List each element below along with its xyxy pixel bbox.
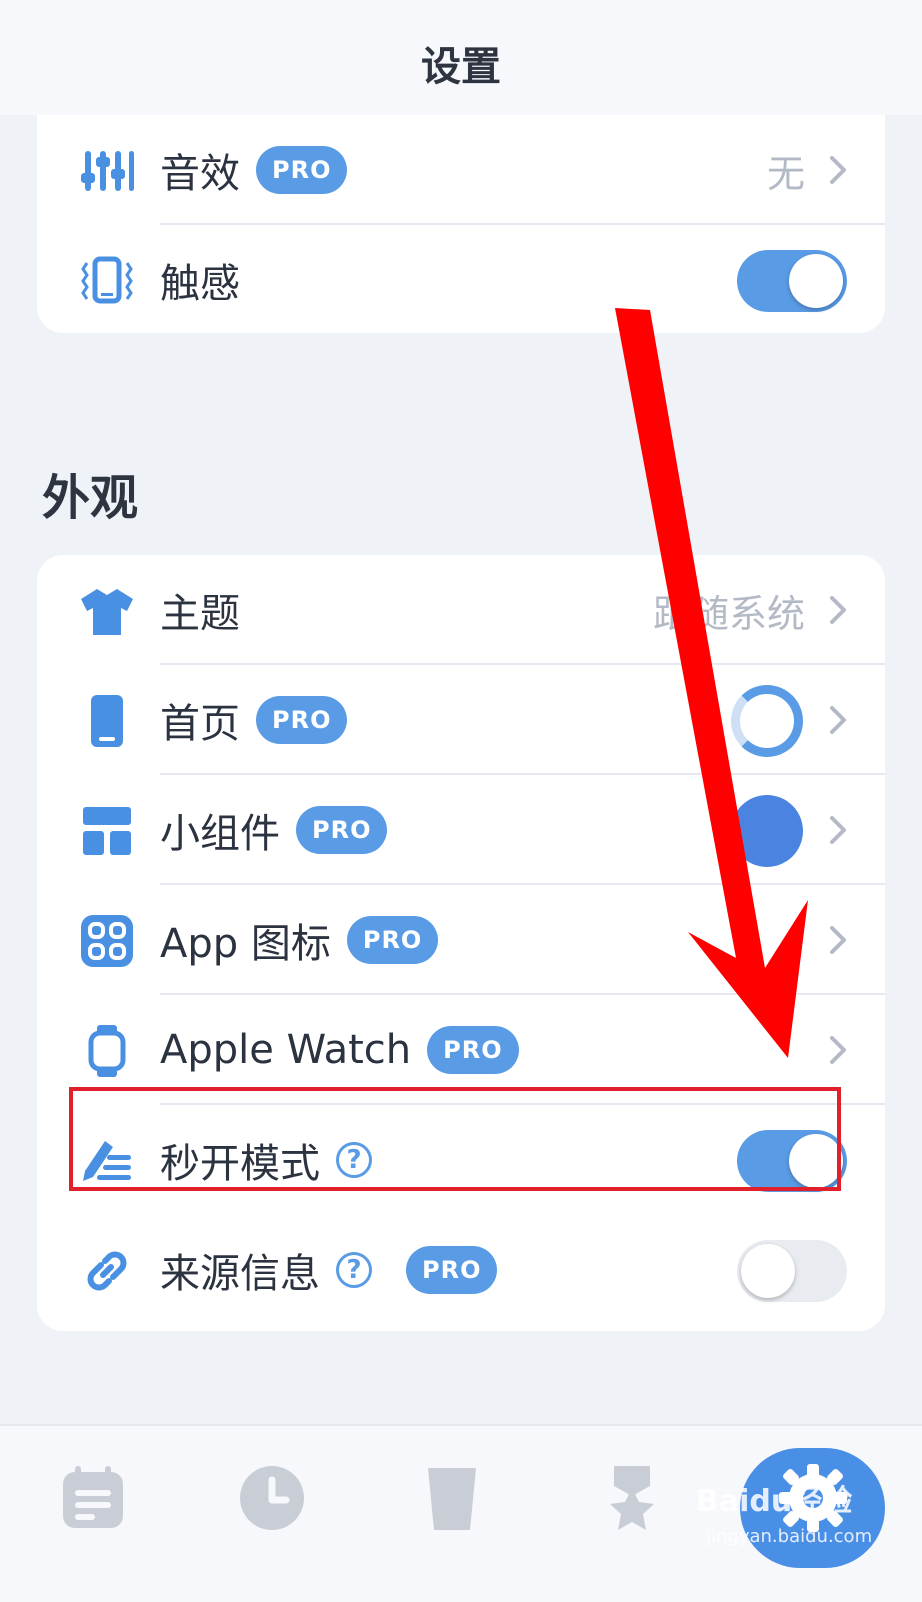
pro-badge: PRO	[406, 1246, 498, 1294]
toggle-knob	[789, 254, 843, 308]
app-grid-icon	[79, 913, 135, 969]
haptics-label: 触感	[160, 261, 240, 307]
pro-badge: PRO	[256, 696, 348, 744]
help-icon[interactable]: ?	[336, 1252, 372, 1288]
pro-badge: PRO	[256, 146, 348, 194]
sound-haptics-card: 音效 PRO 无 触感	[37, 115, 885, 333]
cup-icon	[428, 1468, 476, 1530]
pro-badge: PRO	[427, 1026, 519, 1074]
widgets-icon	[79, 803, 135, 859]
appearance-section-title: 外观	[42, 470, 139, 526]
source-info-row: 来源信息 ? PRO	[37, 1215, 885, 1325]
highlight-box	[69, 1087, 841, 1191]
equalizer-icon	[79, 143, 135, 199]
chevron-right-icon	[830, 926, 846, 954]
watermark-url: jingyan.baidu.com	[706, 1526, 873, 1547]
list-icon	[63, 1466, 123, 1528]
tab-award[interactable]	[592, 1458, 672, 1538]
tab-bar: Baidu经验 jingyan.baidu.com	[0, 1424, 922, 1602]
widgets-row[interactable]: 小组件 PRO	[37, 775, 885, 885]
theme-row[interactable]: 主题 跟随系统	[37, 555, 885, 665]
vibrating-phone-icon	[79, 253, 135, 309]
award-icon	[610, 1466, 654, 1530]
tab-cup[interactable]	[412, 1458, 492, 1538]
tab-clock[interactable]	[232, 1458, 312, 1538]
source-info-label: 来源信息	[160, 1251, 320, 1297]
pro-badge: PRO	[346, 916, 439, 964]
theme-value: 跟随系统	[652, 591, 805, 636]
apple-watch-label: Apple Watch	[160, 1027, 412, 1073]
source-info-toggle[interactable]	[737, 1240, 847, 1302]
link-icon	[79, 1243, 135, 1299]
sound-row[interactable]: 音效 PRO 无	[37, 115, 885, 225]
nav-header: 设置	[0, 0, 922, 115]
chevron-right-icon	[830, 596, 846, 624]
sound-label: 音效	[160, 151, 240, 197]
chevron-right-icon	[830, 706, 846, 734]
app-icon-row[interactable]: App 图标 PRO	[37, 885, 885, 995]
home-style-preview	[731, 685, 803, 757]
haptics-row: 触感	[37, 225, 885, 333]
watermark-brand: Baidu经验	[696, 1484, 853, 1519]
tshirt-icon	[79, 583, 135, 639]
tab-list[interactable]	[53, 1458, 133, 1538]
haptics-toggle[interactable]	[737, 250, 847, 312]
chevron-right-icon	[830, 156, 846, 184]
appearance-card: 主题 跟随系统 首页 PRO 小组件 PRO App 图标 PRO Apple …	[37, 555, 885, 1331]
toggle-knob	[741, 1244, 795, 1298]
home-label: 首页	[160, 701, 240, 747]
pro-badge: PRO	[296, 806, 388, 854]
widget-style-preview	[731, 795, 803, 867]
app-icon-label: App 图标	[160, 921, 331, 967]
widgets-label: 小组件	[160, 811, 280, 857]
chevron-right-icon	[830, 816, 846, 844]
clock-icon	[240, 1466, 304, 1530]
theme-label: 主题	[160, 591, 240, 637]
watch-icon	[79, 1023, 135, 1079]
chevron-right-icon	[830, 1036, 846, 1064]
sound-value: 无	[766, 151, 805, 196]
home-row[interactable]: 首页 PRO	[37, 665, 885, 775]
phone-screen-icon	[79, 693, 135, 749]
page-title: 设置	[421, 43, 501, 90]
